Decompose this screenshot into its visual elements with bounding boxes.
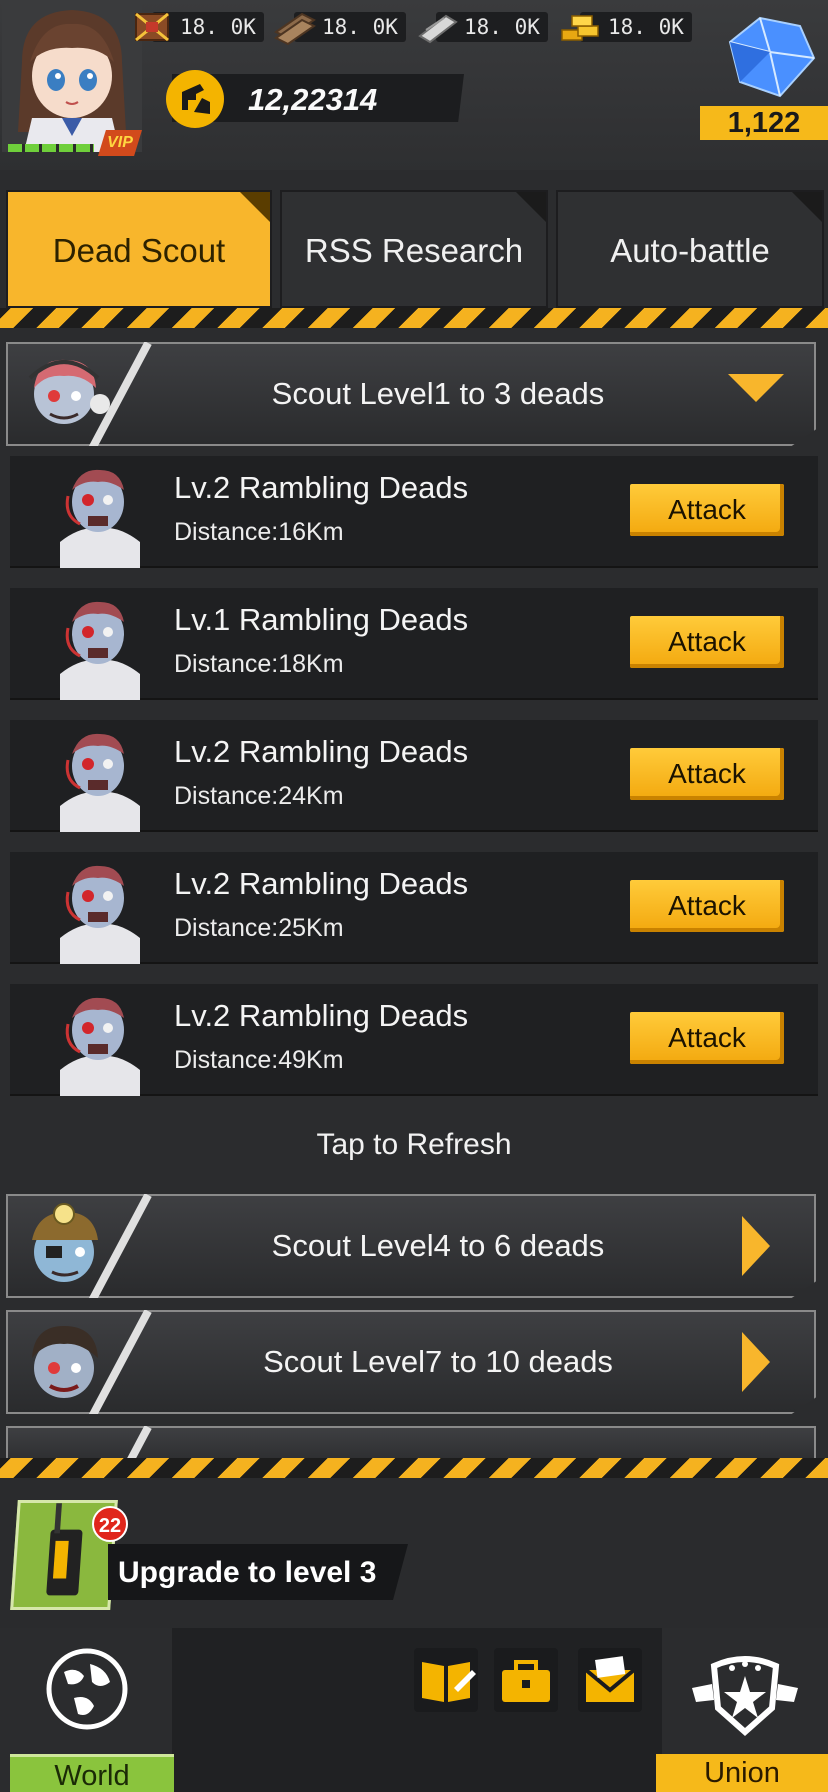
tab-auto-battle[interactable]: Auto-battle [556, 190, 824, 308]
top-status-bar: VIP 18. 0K 18. 0K 18. 0K 18. 0K 12,22314… [0, 0, 828, 170]
quest-notification-badge: 22 [92, 1506, 128, 1542]
hazard-stripe-divider [0, 308, 828, 328]
journal-button[interactable] [414, 1648, 478, 1712]
section-label: Scout Level4 to 6 deads [271, 1228, 605, 1263]
target-name: Lv.2 Rambling Deads [174, 734, 469, 769]
target-row: Lv.2 Rambling Deads Distance:24Km Attack [10, 720, 818, 832]
union-emblem-icon [692, 1656, 798, 1737]
union-label: Union [656, 1754, 828, 1792]
section-label: Scout Level1 to 3 deads [271, 376, 605, 411]
target-distance: Distance:49Km [174, 1046, 344, 1074]
tab-dead-scout[interactable]: Dead Scout [6, 190, 272, 308]
scout-section-header-7-10[interactable]: Scout Level7 to 10 deads [6, 1310, 816, 1414]
resource-food[interactable]: 18. 0K [130, 6, 268, 44]
mail-icon [584, 1656, 636, 1702]
gold-bars-icon [561, 15, 599, 41]
globe-icon [46, 1648, 128, 1730]
resource-value: 18. 0K [180, 15, 256, 39]
gems-count: 1,122 [700, 106, 828, 140]
tab-bar: Dead Scout RSS Research Auto-battle [0, 190, 828, 308]
target-row: Lv.2 Rambling Deads Distance:49Km Attack [10, 984, 818, 1096]
target-distance: Distance:24Km [174, 782, 344, 810]
target-name: Lv.1 Rambling Deads [174, 602, 469, 637]
power-display[interactable]: 12,22314 [150, 70, 464, 128]
attack-button[interactable]: Attack [630, 484, 784, 536]
rambling-dead-icon [60, 733, 140, 832]
power-value: 12,22314 [248, 82, 378, 117]
resource-gold[interactable]: 18. 0K [558, 6, 696, 44]
attack-button[interactable]: Attack [630, 748, 784, 800]
chevron-down-icon [728, 374, 784, 402]
wood-planks-icon [274, 12, 316, 46]
target-distance: Distance:18Km [174, 650, 344, 678]
target-distance: Distance:25Km [174, 914, 344, 942]
attack-button[interactable]: Attack [630, 1012, 784, 1064]
nav-world-button[interactable]: World [0, 1628, 174, 1792]
hazard-stripe-divider [0, 1458, 828, 1478]
nav-union-button[interactable]: Union [656, 1628, 828, 1792]
scout-section-header-4-6[interactable]: Scout Level4 to 6 deads [6, 1194, 816, 1298]
steel-bars-icon [418, 14, 458, 44]
target-name: Lv.2 Rambling Deads [174, 998, 469, 1033]
avatar-stamina-bar [8, 144, 94, 152]
player-avatar[interactable]: VIP [2, 2, 142, 156]
gems-display[interactable]: 1,122 [700, 6, 828, 140]
resource-value: 18. 0K [608, 15, 684, 39]
target-row: Lv.1 Rambling Deads Distance:18Km Attack [10, 588, 818, 700]
resource-value: 18. 0K [322, 15, 398, 39]
target-row: Lv.2 Rambling Deads Distance:25Km Attack [10, 852, 818, 964]
rambling-dead-icon [60, 865, 140, 964]
resource-row: 18. 0K 18. 0K 18. 0K 18. 0K [130, 6, 700, 46]
mail-button[interactable] [578, 1648, 642, 1712]
resource-steel[interactable]: 18. 0K [414, 6, 552, 44]
toolbox-button[interactable] [494, 1648, 558, 1712]
journal-icon [422, 1662, 476, 1702]
tap-to-refresh-button[interactable]: Tap to Refresh [0, 1122, 828, 1168]
target-name: Lv.2 Rambling Deads [174, 866, 469, 901]
rambling-dead-icon [60, 601, 140, 700]
rambling-dead-icon [60, 997, 140, 1096]
target-name: Lv.2 Rambling Deads [174, 470, 469, 505]
resource-value: 18. 0K [464, 15, 540, 39]
section-label: Scout Level7 to 10 deads [263, 1344, 613, 1379]
world-label: World [10, 1754, 174, 1792]
food-crate-icon [135, 12, 169, 42]
bottom-nav-bar: World Union [0, 1628, 828, 1792]
chevron-right-icon [742, 1216, 770, 1276]
chevron-right-icon [742, 1332, 770, 1392]
scout-section-header-1-3[interactable]: Scout Level1 to 3 deads [6, 342, 816, 446]
quest-banner[interactable]: Upgrade to level 3 [108, 1544, 408, 1600]
resource-wood[interactable]: 18. 0K [272, 6, 410, 46]
power-icon [166, 70, 224, 128]
tab-rss-research[interactable]: RSS Research [280, 190, 548, 308]
crystal-icon [728, 16, 816, 98]
avatar-portrait-icon [2, 2, 142, 152]
quest-text: Upgrade to level 3 [118, 1556, 377, 1589]
target-row: Lv.2 Rambling Deads Distance:16Km Attack [10, 456, 818, 568]
attack-button[interactable]: Attack [630, 880, 784, 932]
target-distance: Distance:16Km [174, 518, 344, 546]
attack-button[interactable]: Attack [630, 616, 784, 668]
toolbox-icon [502, 1660, 550, 1702]
rambling-dead-icon [60, 469, 140, 568]
quest-panel: 22 Upgrade to level 3 [0, 1478, 828, 1628]
